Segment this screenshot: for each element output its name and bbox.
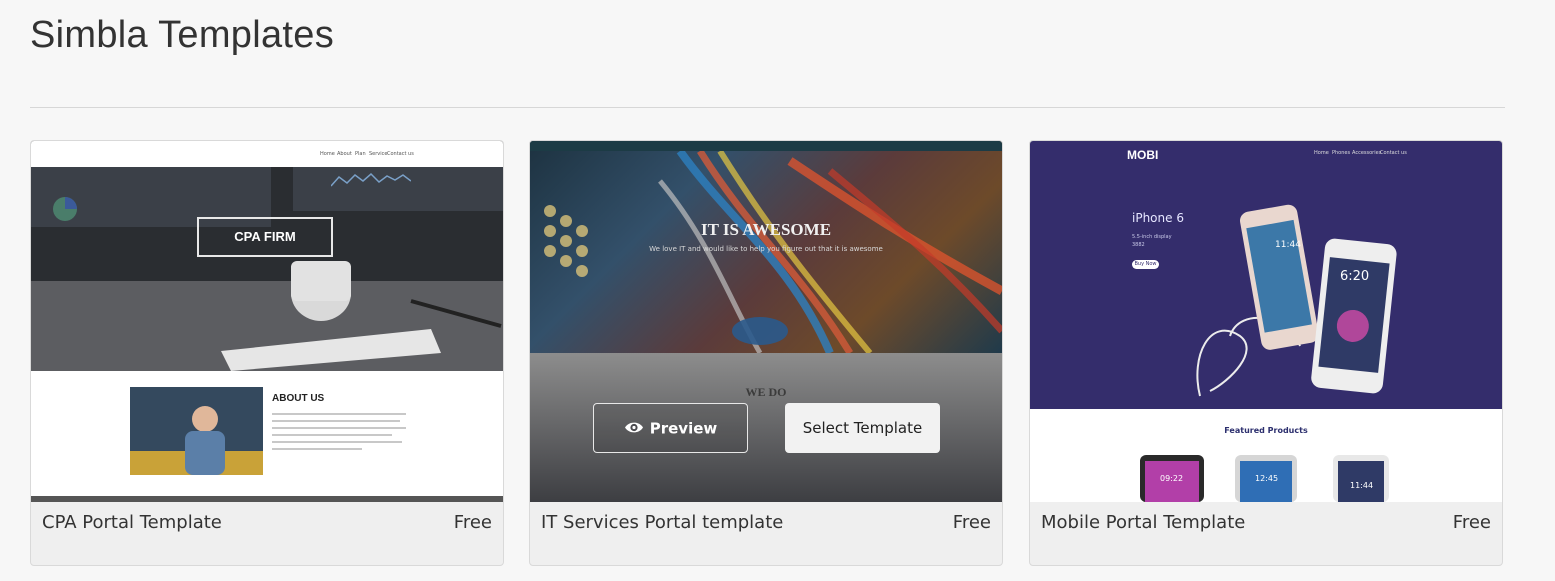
preview-button[interactable]: Preview xyxy=(593,403,748,453)
it-section-heading: WE DO xyxy=(745,385,787,399)
card-footer: CPA Portal Template Free xyxy=(31,502,503,565)
template-name: CPA Portal Template xyxy=(42,512,222,533)
it-hero-image: IT IS AWESOME We love IT and would like … xyxy=(530,141,1002,353)
template-card-mobile[interactable]: MOBI Home Phones Accessories Contact us … xyxy=(1029,140,1503,566)
select-template-button[interactable]: Select Template xyxy=(785,403,940,453)
template-card-it-services[interactable]: IT IS AWESOME We love IT and would like … xyxy=(529,140,1003,566)
mobi-hero-image: MOBI Home Phones Accessories Contact us … xyxy=(1030,141,1502,409)
card-footer: IT Services Portal template Free xyxy=(530,502,1002,565)
template-thumbnail[interactable]: IT IS AWESOME We love IT and would like … xyxy=(530,141,1002,502)
card-footer: Mobile Portal Template Free xyxy=(1030,502,1502,565)
template-price: Free xyxy=(952,512,991,533)
template-name: Mobile Portal Template xyxy=(1041,512,1246,533)
cpa-hero-badge: CPA FIRM xyxy=(197,217,333,257)
template-price: Free xyxy=(453,512,492,533)
template-thumbnail[interactable]: Home About Plan Service Contact us CPA F… xyxy=(31,141,503,502)
mobi-logo: MOBI xyxy=(1127,148,1159,162)
template-thumbnail[interactable]: MOBI Home Phones Accessories Contact us … xyxy=(1030,141,1502,502)
it-hero-heading: IT IS AWESOME xyxy=(700,220,832,239)
title-divider xyxy=(30,107,1505,108)
mobi-featured-heading: Featured Products xyxy=(1224,426,1308,435)
eye-icon xyxy=(624,405,644,453)
preview-button-label: Preview xyxy=(649,419,718,438)
template-price: Free xyxy=(1452,512,1491,533)
template-card-cpa[interactable]: Home About Plan Service Contact us CPA F… xyxy=(30,140,504,566)
mobi-product-sub: 5.5-inch display 3882 xyxy=(1132,234,1172,248)
cpa-about-heading: ABOUT US xyxy=(272,393,325,404)
template-name: IT Services Portal template xyxy=(541,512,784,533)
cpa-hero-image: Home About Plan Service Contact us CPA F… xyxy=(31,141,503,371)
mobi-buy-button: Buy Now xyxy=(1132,260,1159,269)
cpa-about-photo xyxy=(130,387,263,475)
it-hero-tagline: We love IT and would like to help you fi… xyxy=(649,245,883,253)
cpa-nav-bar: Home About Plan Service Contact us xyxy=(31,141,503,167)
phones-graphic xyxy=(1196,204,1397,397)
page-title: Simbla Templates xyxy=(30,14,335,56)
